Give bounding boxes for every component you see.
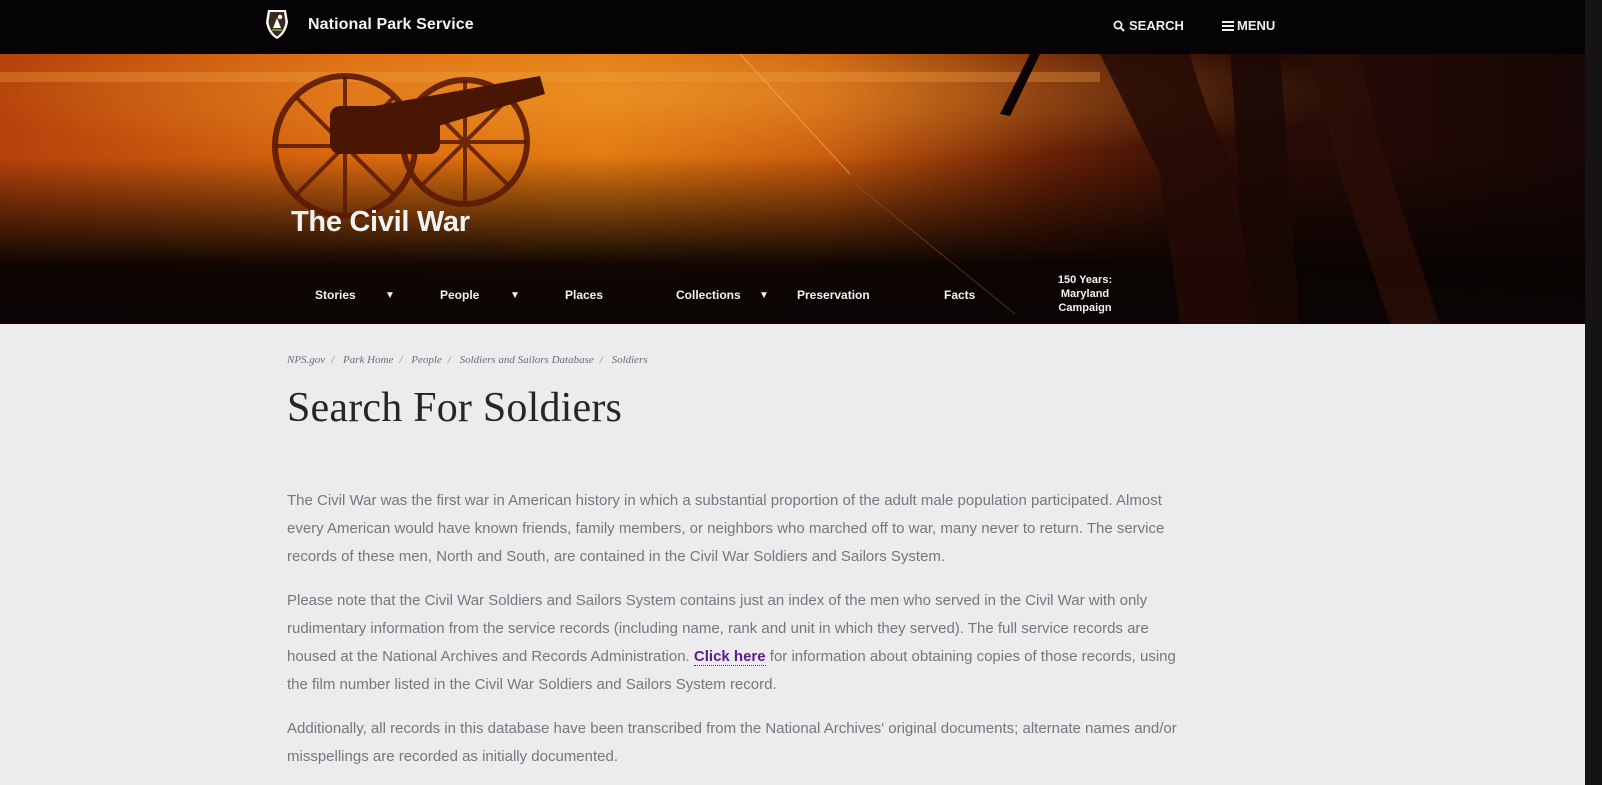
caret-down-icon[interactable]: ▼ bbox=[385, 290, 395, 301]
transcription-line-2: misspellings are recorded as initially d… bbox=[287, 748, 618, 765]
window-edge bbox=[1585, 0, 1602, 785]
top-bar: National Park Service SEARCH MENU bbox=[0, 0, 1585, 54]
nav-places[interactable]: Places bbox=[565, 265, 603, 324]
note-line-2: rudimentary information from the service… bbox=[287, 620, 1149, 637]
note-line-3-before: housed at the National Archives and Reco… bbox=[287, 648, 694, 665]
transcription-paragraph: Additionally, all records in this databa… bbox=[287, 715, 1277, 771]
note-line-1: Please note that the Civil War Soldiers … bbox=[287, 592, 1148, 609]
click-here-link[interactable]: Click here bbox=[693, 648, 766, 666]
note-line-3: housed at the National Archives and Reco… bbox=[287, 643, 1277, 671]
intro-line-3: records of these men, North and South, a… bbox=[287, 548, 946, 565]
nav-150-line-2: Maryland bbox=[1060, 288, 1110, 300]
nav-collections[interactable]: Collections bbox=[676, 265, 741, 324]
breadcrumb-park-home[interactable]: Park Home bbox=[343, 354, 393, 366]
main-content: NPS.gov / Park Home / People / Soldiers and… bbox=[287, 354, 1277, 765]
section-nav: Stories ▼ People ▼ Places Collections ▼ … bbox=[0, 265, 1585, 324]
hero-banner: The Civil War Stories ▼ People ▼ Places … bbox=[0, 54, 1585, 324]
search-button[interactable]: SEARCH bbox=[1113, 18, 1184, 33]
nav-150-line-1: 150 Years: bbox=[1057, 274, 1113, 286]
caret-down-icon[interactable]: ▼ bbox=[759, 290, 769, 301]
intro-line-2: every American would have known friends,… bbox=[287, 520, 1165, 537]
nav-150-line-3: Campaign bbox=[1058, 302, 1112, 314]
transcription-line-1: Additionally, all records in this databa… bbox=[287, 720, 1177, 737]
breadcrumb: NPS.gov / Park Home / People / Soldiers and… bbox=[287, 354, 648, 366]
nav-people[interactable]: People bbox=[440, 265, 479, 324]
breadcrumb-soldiers: Soldiers bbox=[611, 354, 648, 366]
hero-title: The Civil War bbox=[291, 206, 470, 238]
menu-label: MENU bbox=[1237, 18, 1276, 33]
page-title: Search For Soldiers bbox=[287, 385, 623, 431]
note-line-4: the film number listed in the Civil War … bbox=[287, 676, 777, 693]
breadcrumb-database[interactable]: Soldiers and Sailors Database bbox=[460, 354, 594, 366]
site-name-link[interactable]: National Park Service bbox=[308, 16, 474, 34]
caret-down-icon[interactable]: ▼ bbox=[510, 290, 520, 301]
search-icon bbox=[1113, 20, 1125, 32]
menu-button[interactable]: MENU bbox=[1222, 18, 1275, 33]
page: National Park Service SEARCH MENU The Ci… bbox=[0, 0, 1602, 785]
breadcrumb-nps[interactable]: NPS.gov bbox=[287, 354, 325, 366]
nav-preservation[interactable]: Preservation bbox=[797, 265, 870, 324]
nps-arrowhead-logo[interactable] bbox=[264, 8, 290, 40]
nav-stories[interactable]: Stories bbox=[315, 265, 356, 324]
note-line-3-after: for information about obtaining copies o… bbox=[765, 648, 1176, 665]
nav-facts[interactable]: Facts bbox=[944, 265, 975, 324]
nav-150-years-maryland-campaign[interactable]: 150 Years: Maryland Campaign bbox=[1040, 273, 1130, 315]
search-label: SEARCH bbox=[1129, 18, 1184, 33]
menu-icon bbox=[1222, 21, 1234, 31]
note-paragraph: Please note that the Civil War Soldiers … bbox=[287, 587, 1277, 699]
intro-line-1: The Civil War was the first war in Ameri… bbox=[287, 492, 1162, 509]
breadcrumb-people[interactable]: People bbox=[411, 354, 442, 366]
intro-paragraph: The Civil War was the first war in Ameri… bbox=[287, 487, 1277, 571]
